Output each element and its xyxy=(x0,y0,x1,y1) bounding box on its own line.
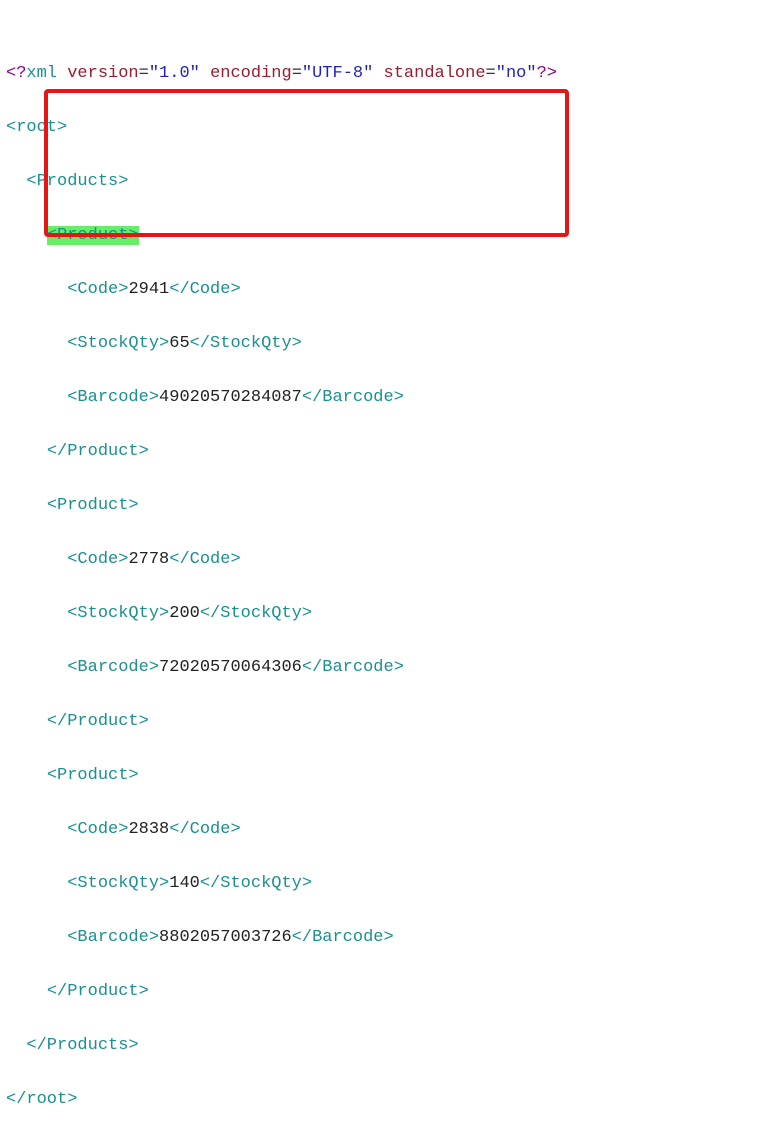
product-open-line: <Product> xyxy=(6,762,770,789)
root-close-tag: </root> xyxy=(6,1090,77,1109)
attr-value: "no" xyxy=(496,64,537,83)
barcode-value: 72020570064306 xyxy=(159,658,302,677)
attr-name: standalone xyxy=(384,64,486,83)
product-open-tag: <Product> xyxy=(47,496,139,515)
stockqty-close-tag: </StockQty> xyxy=(200,604,312,623)
root-open-line: <root> xyxy=(6,114,770,141)
barcode-line: <Barcode>72020570064306</Barcode> xyxy=(6,654,770,681)
stockqty-value: 140 xyxy=(169,874,200,893)
attr-name: encoding xyxy=(210,64,292,83)
code-line: <Code>2778</Code> xyxy=(6,546,770,573)
products-close-tag: </Products> xyxy=(26,1036,138,1055)
product-open-line: <Product> xyxy=(6,222,770,249)
product-close-tag: </Product> xyxy=(47,712,149,731)
product-open-line: <Product> xyxy=(6,492,770,519)
barcode-open-tag: <Barcode> xyxy=(67,928,159,947)
highlight-rectangle xyxy=(44,89,569,237)
code-value: 2778 xyxy=(128,550,169,569)
barcode-line: <Barcode>8802057003726</Barcode> xyxy=(6,924,770,951)
code-close-tag: </Code> xyxy=(169,550,240,569)
code-close-tag: </Code> xyxy=(169,820,240,839)
stockqty-line: <StockQty>200</StockQty> xyxy=(6,600,770,627)
code-value: 2941 xyxy=(128,280,169,299)
products-open-line: <Products> xyxy=(6,168,770,195)
barcode-open-tag: <Barcode> xyxy=(67,388,159,407)
product-open-tag: <Product> xyxy=(47,766,139,785)
products-close-line: </Products> xyxy=(6,1032,770,1059)
stockqty-open-tag: <StockQty> xyxy=(67,874,169,893)
barcode-value: 49020570284087 xyxy=(159,388,302,407)
attr-name: version xyxy=(67,64,138,83)
code-open-tag: <Code> xyxy=(67,280,128,299)
attr-value: "1.0" xyxy=(149,64,200,83)
code-close-tag: </Code> xyxy=(169,280,240,299)
code-value: 2838 xyxy=(128,820,169,839)
barcode-line: <Barcode>49020570284087</Barcode> xyxy=(6,384,770,411)
code-line: <Code>2941</Code> xyxy=(6,276,770,303)
barcode-value: 8802057003726 xyxy=(159,928,292,947)
xml-code-block: <?xml version="1.0" encoding="UTF-8" sta… xyxy=(6,6,770,1140)
code-open-tag: <Code> xyxy=(67,550,128,569)
xml-declaration-line: <?xml version="1.0" encoding="UTF-8" sta… xyxy=(6,60,770,87)
root-close-line: </root> xyxy=(6,1086,770,1113)
barcode-close-tag: </Barcode> xyxy=(302,388,404,407)
root-open-tag: <root> xyxy=(6,118,67,137)
product-close-line: </Product> xyxy=(6,438,770,465)
stockqty-open-tag: <StockQty> xyxy=(67,334,169,353)
pi-open: <? xyxy=(6,64,26,83)
code-open-tag: <Code> xyxy=(67,820,128,839)
stockqty-line: <StockQty>140</StockQty> xyxy=(6,870,770,897)
product-close-tag: </Product> xyxy=(47,442,149,461)
stockqty-open-tag: <StockQty> xyxy=(67,604,169,623)
attr-value: "UTF-8" xyxy=(302,64,373,83)
code-line: <Code>2838</Code> xyxy=(6,816,770,843)
product-open-tag-highlighted: <Product> xyxy=(47,226,139,245)
stockqty-line: <StockQty>65</StockQty> xyxy=(6,330,770,357)
stockqty-value: 65 xyxy=(169,334,189,353)
product-close-line: </Product> xyxy=(6,978,770,1005)
barcode-open-tag: <Barcode> xyxy=(67,658,159,677)
pi-name: xml xyxy=(26,64,57,83)
barcode-close-tag: </Barcode> xyxy=(302,658,404,677)
stockqty-value: 200 xyxy=(169,604,200,623)
barcode-close-tag: </Barcode> xyxy=(292,928,394,947)
products-open-tag: <Products> xyxy=(26,172,128,191)
product-close-line: </Product> xyxy=(6,708,770,735)
stockqty-close-tag: </StockQty> xyxy=(190,334,302,353)
pi-close: ?> xyxy=(537,64,557,83)
stockqty-close-tag: </StockQty> xyxy=(200,874,312,893)
product-close-tag: </Product> xyxy=(47,982,149,1001)
